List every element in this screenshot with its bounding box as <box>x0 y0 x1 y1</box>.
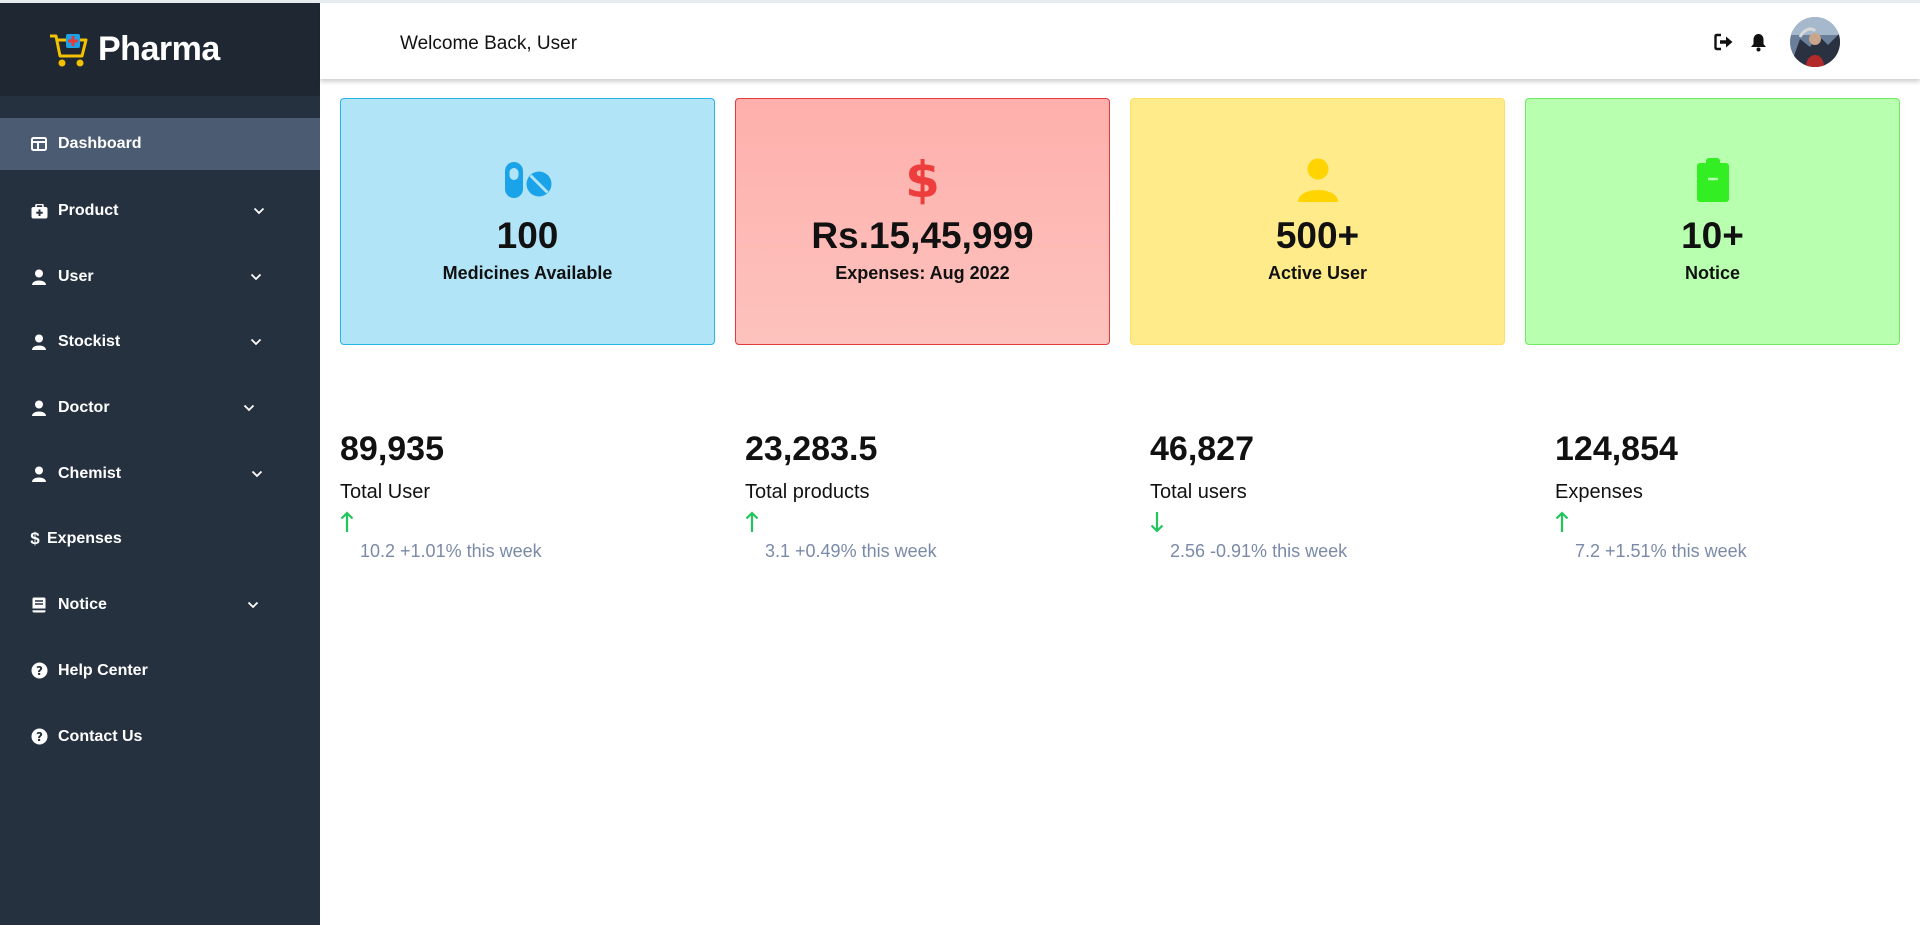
header-actions <box>1714 17 1840 67</box>
notice-card[interactable]: 10+ Notice <box>1525 98 1900 345</box>
dashboard-icon <box>30 135 48 153</box>
user-icon <box>30 333 48 351</box>
arrow-up-icon <box>745 511 759 532</box>
brand-name: Pharma <box>98 30 220 68</box>
dollar-icon: $ <box>30 529 40 549</box>
stat-trend: 3.1 +0.49% this week <box>765 541 937 561</box>
stat-expenses: 124,854 Expenses 7.2 +1.51% this week <box>1555 430 1895 562</box>
card-label: Medicines Available <box>442 263 613 283</box>
stat-label: Expenses <box>1555 481 1643 503</box>
stat-trend: 2.56 -0.91% this week <box>1170 541 1348 561</box>
stat-total-users: 46,827 Total users 2.56 -0.91% this week <box>1150 430 1490 562</box>
user-icon <box>30 465 48 483</box>
svg-text:?: ? <box>36 664 43 678</box>
sidebar-item-stockist[interactable]: Stockist <box>0 315 320 369</box>
medicines-card[interactable]: 100 Medicines Available <box>340 98 715 345</box>
sidebar-item-label: Product <box>58 202 119 219</box>
stat-trend: 7.2 +1.51% this week <box>1575 541 1747 561</box>
pills-icon <box>502 157 554 203</box>
card-value: 100 <box>496 215 559 256</box>
sidebar-item-label: Contact Us <box>58 727 143 745</box>
clipboard-icon <box>1696 157 1730 203</box>
sidebar-item-notice[interactable]: Notice <box>0 578 320 632</box>
stat-value: 124,854 <box>1555 430 1678 468</box>
welcome-message: Welcome Back, User <box>400 33 578 54</box>
sidebar-item-contact-us[interactable]: ? Contact Us <box>0 710 320 764</box>
stat-label: Total products <box>745 481 870 503</box>
chevron-down-icon[interactable] <box>250 273 262 281</box>
logout-icon[interactable] <box>1714 32 1734 52</box>
sidebar-item-expenses[interactable]: $ Expenses <box>0 512 320 566</box>
bell-icon[interactable] <box>1748 32 1768 52</box>
stat-value: 46,827 <box>1150 430 1254 468</box>
stat-trend: 10.2 +1.01% this week <box>360 541 542 561</box>
help-icon: ? <box>30 728 48 746</box>
stat-label: Total User <box>340 481 431 503</box>
card-value: Rs.15,45,999 <box>811 215 1034 256</box>
sidebar-item-label: Help Center <box>58 661 148 679</box>
arrow-up-icon <box>340 511 354 532</box>
user-icon <box>30 399 48 417</box>
sidebar-item-label: Dashboard <box>58 135 142 152</box>
user-icon <box>30 268 48 286</box>
arrow-up-icon <box>1555 511 1569 532</box>
sidebar-item-label: Notice <box>58 596 107 614</box>
stat-value: 89,935 <box>340 430 444 468</box>
sidebar-item-label: Chemist <box>58 464 122 482</box>
sidebar-item-dashboard[interactable]: Dashboard <box>0 118 320 170</box>
sidebar: Pharma Dashboard Product User Stockist D… <box>0 3 320 925</box>
chevron-down-icon[interactable] <box>247 601 259 609</box>
sidebar-item-label: User <box>58 267 94 285</box>
sidebar-item-help-center[interactable]: ? Help Center <box>0 644 320 698</box>
sidebar-item-chemist[interactable]: Chemist <box>0 447 320 501</box>
sidebar-item-product[interactable]: Product <box>0 184 320 238</box>
card-label: Active User <box>1267 263 1368 283</box>
stat-total-products: 23,283.5 Total products 3.1 +0.49% this … <box>745 430 1085 562</box>
book-icon <box>30 596 48 614</box>
arrow-down-icon <box>1150 512 1164 533</box>
chevron-down-icon[interactable] <box>243 404 255 412</box>
card-value: 500+ <box>1275 215 1360 256</box>
chevron-down-icon[interactable] <box>253 207 265 215</box>
card-label: Expenses: Aug 2022 <box>835 263 1010 283</box>
avatar[interactable] <box>1790 17 1840 67</box>
active-user-card[interactable]: 500+ Active User <box>1130 98 1505 345</box>
summary-cards: 100 Medicines Available $ Rs.15,45,999 E… <box>340 98 1900 345</box>
svg-text:?: ? <box>36 730 43 744</box>
sidebar-item-doctor[interactable]: Doctor <box>0 381 320 435</box>
chevron-down-icon[interactable] <box>250 338 262 346</box>
card-label: Notice <box>1684 263 1740 283</box>
sidebar-item-label: Doctor <box>58 399 110 417</box>
stat-value: 23,283.5 <box>745 430 878 468</box>
chevron-down-icon[interactable] <box>251 470 263 478</box>
top-header: Welcome Back, User <box>320 3 1920 79</box>
sidebar-item-user[interactable]: User <box>0 250 320 304</box>
user-icon <box>1297 157 1338 203</box>
expenses-card[interactable]: $ Rs.15,45,999 Expenses: Aug 2022 <box>735 98 1110 345</box>
brand[interactable]: Pharma <box>0 3 320 96</box>
sidebar-item-label: Stockist <box>58 333 121 351</box>
sidebar-item-label: Expenses <box>47 530 122 548</box>
help-icon: ? <box>30 662 48 680</box>
dollar-icon: $ <box>905 151 940 209</box>
stat-total-user: 89,935 Total User 10.2 +1.01% this week <box>340 430 680 562</box>
card-value: 10+ <box>1681 215 1744 256</box>
cart-logo-icon <box>50 33 88 66</box>
sidebar-nav: Dashboard Product User Stockist Doctor C… <box>0 96 320 764</box>
stat-label: Total users <box>1150 481 1247 503</box>
medkit-icon <box>30 202 48 220</box>
